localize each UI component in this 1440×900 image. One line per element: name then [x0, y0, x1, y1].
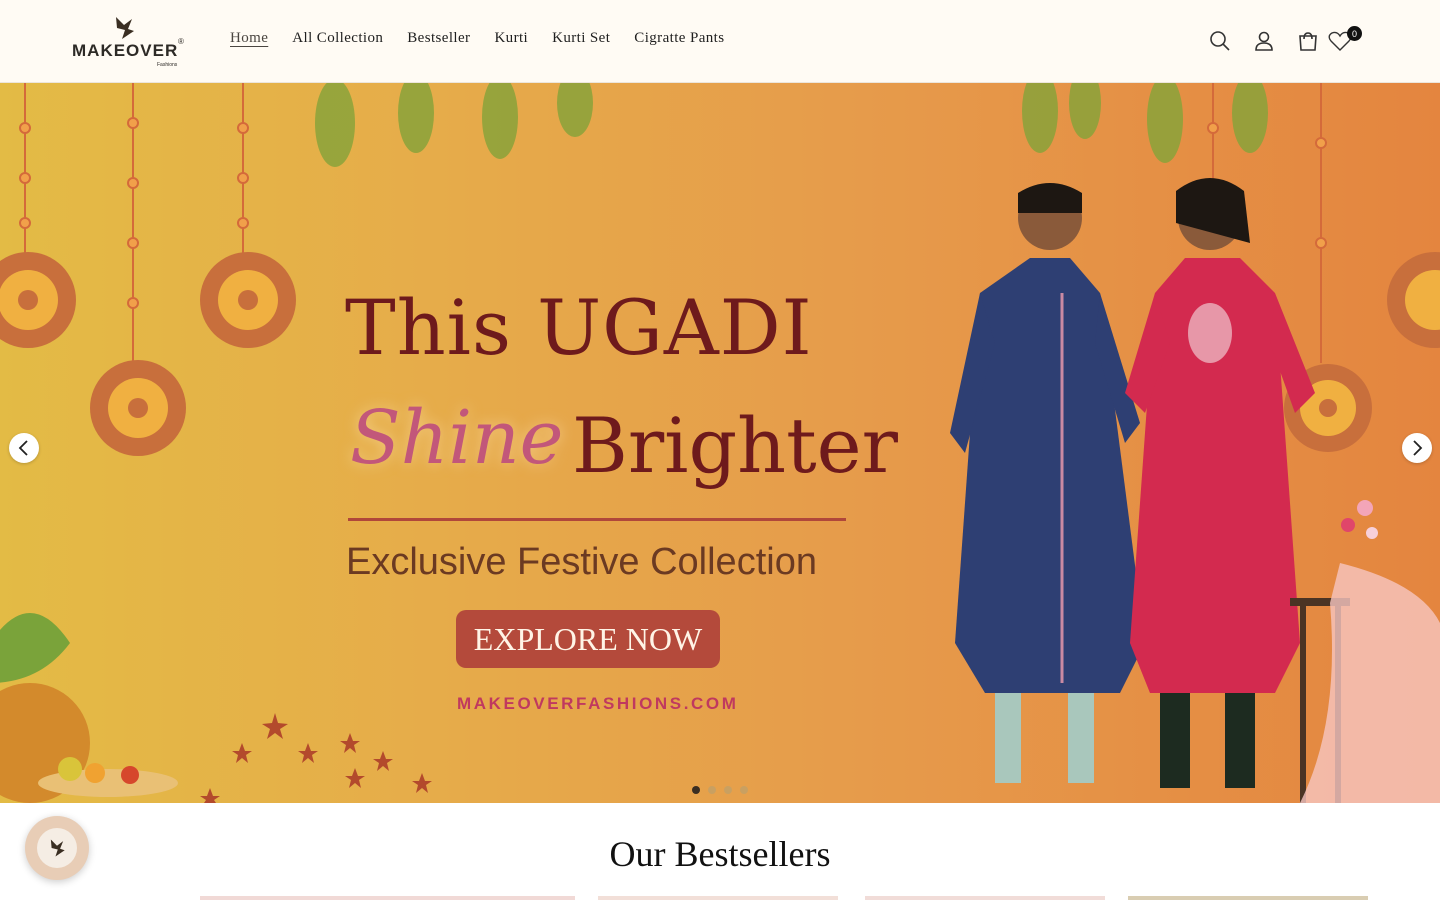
product-card-top[interactable]	[200, 896, 575, 900]
product-card-top[interactable]	[865, 896, 1105, 900]
slider-dot-2[interactable]	[708, 786, 716, 794]
user-icon[interactable]	[1250, 27, 1278, 55]
main-nav: Home All Collection Bestseller Kurti Kur…	[218, 28, 736, 49]
header-icons	[1206, 27, 1366, 57]
bestsellers-heading: Our Bestsellers	[609, 834, 831, 874]
logo-subtext: Fashions	[157, 62, 178, 68]
search-icon[interactable]	[1206, 27, 1234, 55]
hero-divider	[348, 518, 846, 521]
cart-icon[interactable]	[1294, 27, 1322, 55]
chat-widget-button[interactable]	[25, 816, 89, 880]
slider-dots	[692, 786, 748, 794]
nav-bestseller[interactable]: Bestseller	[395, 28, 482, 49]
slider-next-button[interactable]	[1402, 433, 1432, 463]
hero-website-url: MAKEOVERFASHIONS.COM	[457, 694, 739, 713]
nav-kurti[interactable]: Kurti	[482, 28, 540, 49]
nav-kurti-set[interactable]: Kurti Set	[540, 28, 622, 49]
logo-wordmark: MAKEOVER	[72, 41, 179, 60]
hero-shine-word: Shine	[350, 395, 564, 481]
explore-now-button[interactable]: EXPLORE NOW	[456, 610, 720, 668]
brand-mark-icon	[50, 839, 65, 857]
product-card-top[interactable]	[1128, 896, 1368, 900]
wishlist-count-badge: 0	[1347, 26, 1362, 41]
logo-registered-mark: ®	[178, 37, 184, 46]
slider-dot-1[interactable]	[692, 786, 700, 794]
slider-dot-4[interactable]	[740, 786, 748, 794]
chat-logo	[37, 828, 77, 868]
slider-prev-button[interactable]	[9, 433, 39, 463]
hero-subtitle: Exclusive Festive Collection	[346, 541, 817, 583]
hero-banner[interactable]: This UGADI Shine Brighter Exclusive Fest…	[0, 83, 1440, 803]
chevron-right-icon	[1413, 440, 1423, 456]
nav-cigratte-pants[interactable]: Cigratte Pants	[622, 28, 736, 49]
nav-all-collection[interactable]: All Collection	[280, 28, 395, 49]
slider-dot-3[interactable]	[724, 786, 732, 794]
hero-headline: This UGADI	[345, 283, 813, 372]
hero-brighter-word: Brighter	[572, 401, 898, 490]
logo-mark-icon	[116, 17, 134, 39]
product-card-top[interactable]	[598, 896, 838, 900]
chevron-left-icon	[18, 440, 28, 456]
brand-logo[interactable]: MAKEOVER ® Fashions	[72, 15, 188, 69]
nav-home[interactable]: Home	[218, 28, 280, 49]
site-header: MAKEOVER ® Fashions Home All Collection …	[0, 0, 1440, 83]
